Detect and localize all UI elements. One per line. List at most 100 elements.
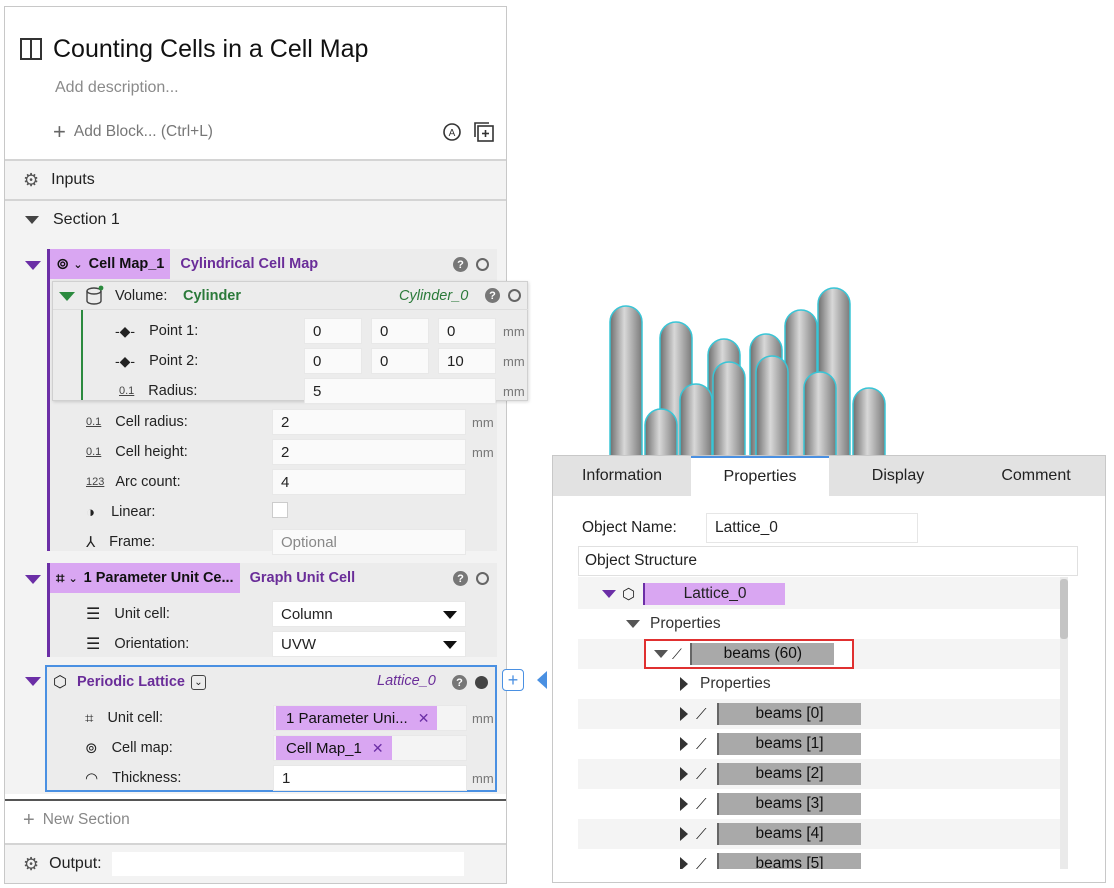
thickness-input[interactable]: 1 [273, 765, 467, 791]
cell-height-input[interactable]: 2 [272, 439, 466, 465]
cell-map-name-tag[interactable]: ⊚ ⌄ Cell Map_1 [50, 249, 171, 279]
tab-information[interactable]: Information [553, 456, 691, 496]
cell-radius-input[interactable]: 2 [272, 409, 466, 435]
add-block-plus-button[interactable]: + [502, 669, 524, 691]
tree-item-beam[interactable]: ⟋ beams [0] [578, 699, 1068, 729]
expand-arrow-icon[interactable] [680, 737, 688, 751]
lattice-collapse-icon[interactable] [25, 677, 41, 686]
inputs-label: Inputs [51, 171, 95, 188]
tree-item-beam[interactable]: ⟋ beams [5] [578, 849, 1068, 869]
tree-item-beam[interactable]: ⟋ beams [3] [578, 789, 1068, 819]
add-block-label: Add Block... (Ctrl+L) [73, 123, 213, 140]
unit-cell-dropdown[interactable]: Column [272, 601, 466, 627]
point2-z-input[interactable]: 10 [438, 348, 496, 374]
panel-toggle-icon[interactable] [19, 37, 43, 61]
frame-input[interactable]: Optional [272, 529, 466, 555]
chevron-down-icon[interactable]: ⌄ [68, 572, 77, 585]
expand-arrow-icon[interactable] [602, 590, 616, 598]
lattice-rod [644, 408, 678, 460]
help-icon[interactable]: ? [485, 288, 500, 303]
chevron-down-icon[interactable]: ⌄ [190, 674, 206, 690]
expand-arrow-icon[interactable] [680, 797, 688, 811]
lattice-cell-map-input[interactable]: Cell Map_1 ✕ [273, 735, 467, 761]
duplicate-icon[interactable] [473, 121, 495, 143]
expand-arrow-icon[interactable] [680, 677, 688, 691]
tree-item-properties[interactable]: Properties [578, 609, 1068, 639]
expand-arrow-icon[interactable] [680, 827, 688, 841]
lattice-3d-view[interactable] [600, 280, 900, 460]
page-title[interactable]: Counting Cells in a Cell Map [53, 35, 368, 64]
unit-cell-chip-label: 1 Parameter Uni... [286, 709, 408, 727]
help-icon[interactable]: ? [453, 571, 468, 586]
tree-item-root[interactable]: ⬡ Lattice_0 [578, 579, 1068, 609]
section-divider [5, 799, 506, 801]
linear-label: Linear: [111, 504, 156, 520]
unit-cell-name: 1 Parameter Unit Ce... [83, 570, 234, 586]
tree-item-sub-properties[interactable]: Properties [578, 669, 1068, 699]
tab-comment[interactable]: Comment [967, 456, 1105, 496]
volume-ref: Cylinder_0 [399, 288, 469, 304]
tree-scrollbar[interactable] [1060, 577, 1068, 869]
svg-text:A: A [449, 128, 456, 139]
output-field[interactable] [111, 852, 464, 876]
object-name-input[interactable]: Lattice_0 [706, 513, 918, 543]
unit-cell-collapse-icon[interactable] [25, 575, 41, 584]
tree-item-beam[interactable]: ⟋ beams [4] [578, 819, 1068, 849]
cell-map-collapse-icon[interactable] [25, 261, 41, 270]
section-header[interactable]: Section 1 [5, 199, 506, 239]
point2-row: -◆- Point 2: [115, 346, 198, 376]
arc-count-input[interactable]: 4 [272, 469, 466, 495]
unit-cell-chip[interactable]: 1 Parameter Uni... ✕ [276, 706, 438, 730]
notebook-header: Counting Cells in a Cell Map [19, 31, 368, 67]
cell-map-chip[interactable]: Cell Map_1 ✕ [276, 736, 392, 760]
volume-header: Volume: Cylinder Cylinder_0 ? [53, 282, 528, 310]
description-field[interactable]: Add description... [55, 79, 179, 97]
collapse-arrow-icon[interactable] [25, 216, 39, 224]
beam-icon: ⟋ [696, 795, 707, 813]
new-section-button[interactable]: + New Section [23, 807, 130, 833]
orientation-label: Orientation: [114, 636, 190, 652]
remove-icon[interactable]: ✕ [418, 710, 430, 727]
expand-arrow-icon[interactable] [680, 767, 688, 781]
cell-map-type: Cylindrical Cell Map [180, 256, 319, 272]
status-ring-icon[interactable] [508, 289, 521, 302]
linear-checkbox[interactable] [272, 502, 288, 518]
unit-cell-name-tag[interactable]: ⌗ ⌄ 1 Parameter Unit Ce... [50, 563, 240, 593]
lattice-rod [803, 371, 837, 460]
scrollbar-thumb[interactable] [1060, 579, 1068, 639]
expand-arrow-icon[interactable] [654, 650, 668, 658]
add-block-button[interactable]: + Add Block... (Ctrl+L) [53, 121, 213, 143]
tab-display[interactable]: Display [829, 456, 967, 496]
volume-collapse-icon[interactable] [59, 292, 75, 301]
orientation-dropdown[interactable]: UVW [272, 631, 466, 657]
point2-x-input[interactable]: 0 [304, 348, 362, 374]
expand-arrow-icon[interactable] [680, 707, 688, 721]
point2-y-input[interactable]: 0 [371, 348, 429, 374]
tree-item-beam[interactable]: ⟋ beams [1] [578, 729, 1068, 759]
cell-radius-label: Cell radius: [115, 414, 188, 430]
chevron-down-icon[interactable]: ⌄ [73, 258, 82, 271]
structure-tree: ⬡ Lattice_0 Properties ⟋ beams (60) Prop… [578, 577, 1068, 869]
point1-y-input[interactable]: 0 [371, 318, 429, 344]
status-dot-icon[interactable] [475, 676, 488, 689]
cell-radius-unit: mm [472, 415, 494, 430]
expand-arrow-icon[interactable] [626, 620, 640, 628]
auto-run-icon[interactable]: A [441, 121, 463, 143]
status-ring-icon[interactable] [476, 572, 489, 585]
lattice-name[interactable]: Periodic Lattice [77, 674, 185, 690]
tree-item-beams[interactable]: ⟋ beams (60) [578, 639, 1068, 669]
remove-icon[interactable]: ✕ [372, 740, 384, 757]
point1-z-input[interactable]: 0 [438, 318, 496, 344]
lattice-block[interactable]: ⬡ Periodic Lattice ⌄ Lattice_0 ? ⌗ Unit … [45, 665, 497, 792]
point1-x-input[interactable]: 0 [304, 318, 362, 344]
point-icon: -◆- [115, 322, 136, 339]
status-ring-icon[interactable] [476, 258, 489, 271]
help-icon[interactable]: ? [453, 257, 468, 272]
help-icon[interactable]: ? [452, 675, 467, 690]
radius-input[interactable]: 5 [304, 378, 496, 404]
expand-arrow-icon[interactable] [680, 857, 688, 869]
tree-item-beam[interactable]: ⟋ beams [2] [578, 759, 1068, 789]
tab-properties[interactable]: Properties [691, 456, 829, 496]
lattice-unit-cell-input[interactable]: 1 Parameter Uni... ✕ [273, 705, 467, 731]
inputs-bar[interactable]: ⚙ Inputs [5, 159, 506, 199]
